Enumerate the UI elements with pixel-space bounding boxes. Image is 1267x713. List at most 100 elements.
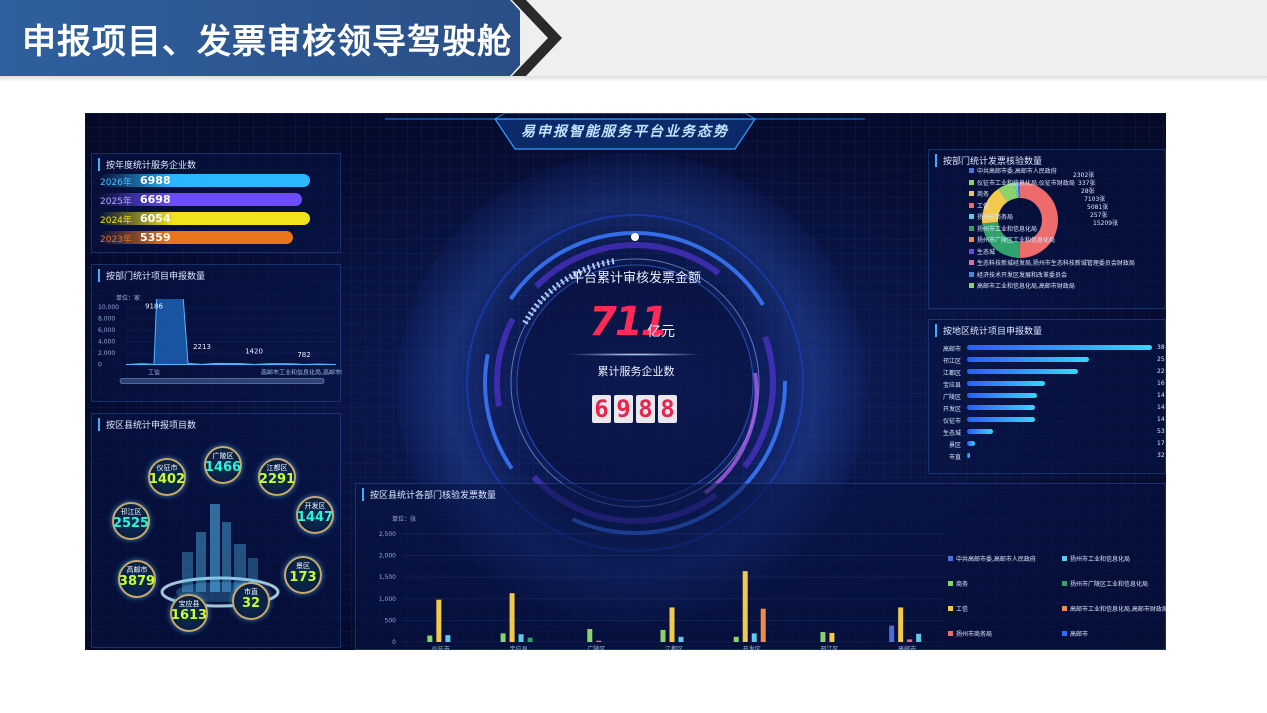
region-bar [967, 369, 1078, 374]
x-tick-label: 高邮市 [898, 645, 916, 650]
bar [742, 571, 748, 642]
y-tick-label: 1,500 [379, 574, 396, 581]
y-tick-label: 10,000 [98, 304, 119, 311]
region-name: 市直 [948, 454, 961, 461]
region-name: 江都区 [942, 370, 961, 377]
legend-label: 工信 [956, 606, 969, 613]
bar [509, 593, 515, 642]
bar [660, 629, 666, 642]
legend-label: 工信 [977, 202, 990, 210]
y-tick-label: 2,000 [379, 553, 396, 560]
legend-label: 商务 [977, 191, 990, 198]
y-tick-label: 6,000 [98, 327, 115, 334]
panel-title: 按地区统计项目申报数量 [935, 324, 1042, 337]
dashboard-screenshot: 易申报智能服务平台业务态势 平台累计审核发票金额 711 亿元 累计服务企业数 … [85, 113, 1166, 650]
legend-swatch [1062, 581, 1067, 586]
region-bar [967, 357, 1090, 362]
bar [916, 633, 922, 642]
y-tick-label: 8,000 [98, 316, 115, 323]
legend-swatch [969, 271, 974, 277]
panel-region-projects: 按地区统计项目申报数量 高邮市 38 邗江区 25 江都区 22 宝应县 16 广陵区 14 开发区… [928, 319, 1166, 474]
panel-year-companies: 按年度统计服务企业数 2026年 6988 2025年 6698 2024年 6054 20… [91, 153, 341, 253]
x-tick-label: 江都区 [665, 645, 683, 650]
legend-label: 扬州市工业和信息化局 [977, 225, 1038, 233]
legend-label: 高邮市工业和信息化局,高邮市财政局 [977, 283, 1075, 290]
y-tick-label: 500 [385, 617, 397, 624]
region-bar [967, 429, 993, 434]
legend-swatch [969, 179, 974, 185]
region-value: 16 [1157, 380, 1165, 387]
region-value: 22 [1157, 368, 1165, 375]
y-tick-label: 0 [98, 362, 102, 369]
region-name: 仪征市 [942, 418, 961, 425]
bubble-value: 3879 [118, 574, 156, 589]
panel-county-projects: 按区县统计申报项目数 仪征市 1402 广陵区 1466 江都区 2291 邗江区 2525 开… [91, 413, 341, 648]
bar [820, 632, 826, 642]
counter-digit: 8 [636, 395, 655, 423]
year-value: 6988 [140, 174, 171, 187]
bubble-value: 1466 [204, 460, 242, 475]
region-bar [967, 441, 976, 446]
region-bar [967, 393, 1038, 398]
legend-swatch [969, 191, 974, 196]
year-label: 2026年 [100, 178, 132, 188]
legend-label: 扬州市广陵区工业和信息化局 [1070, 581, 1149, 588]
region-value: 14 [1157, 404, 1165, 411]
legend-swatch [1062, 631, 1067, 636]
bubble-value: 2525 [112, 516, 150, 531]
bubble-value: 2291 [258, 472, 296, 487]
region-bar [967, 381, 1045, 386]
x-tick-label: 宝应县 [510, 645, 528, 650]
year-value: 5359 [140, 231, 171, 244]
legend-swatch [1062, 606, 1067, 611]
bubble-value: 173 [289, 570, 317, 585]
amount-unit: 亿元 [647, 324, 675, 340]
legend-label: 生态科技新城经发局,扬州市生态科技新城管理委员会财政局 [977, 260, 1135, 267]
x-tick-label: 高邮市工业和信息化局,高邮市财 [261, 369, 342, 377]
region-name: 生态城 [942, 430, 961, 437]
legend-label: 扬州市广陵区工业和信息化局 [977, 237, 1056, 244]
bar [678, 636, 684, 642]
region-bar [967, 405, 1036, 410]
bubble-value: 1447 [296, 510, 334, 525]
bubble-value: 32 [241, 596, 261, 611]
legend-swatch [1062, 556, 1067, 561]
x-tick-label: 邗江区 [820, 645, 838, 650]
legend-swatch [969, 248, 974, 254]
zoom-slider[interactable] [119, 378, 325, 384]
legend-label: 扬州市商务局 [956, 631, 993, 638]
y-tick-label: 1,000 [379, 596, 396, 603]
legend-label: 经济技术开发区发展和改革委员会 [977, 271, 1068, 279]
year-value: 6698 [140, 193, 171, 206]
x-tick-label: 工信 [148, 369, 160, 377]
companies-label: 累计服务企业数 [597, 365, 675, 378]
legend-label: 扬州市商务局 [977, 214, 1014, 221]
legend-label: 高邮市工业和信息化局,高邮市财政局 [1070, 606, 1166, 613]
region-name: 景区 [948, 442, 961, 449]
y-tick-label: 4,000 [98, 339, 115, 346]
bar [829, 632, 835, 642]
legend-swatch [969, 237, 974, 242]
panel-title: 按年度统计服务企业数 [98, 158, 196, 171]
bar [587, 629, 593, 642]
region-bar [967, 453, 970, 458]
x-tick-label: 广陵区 [587, 645, 605, 650]
legend-label: 中共高邮市委,高邮市人民政府 [956, 556, 1036, 563]
legend-label: 中共高邮市委,高邮市人民政府 [977, 168, 1057, 175]
counter-digit: 9 [614, 395, 633, 423]
peak-label: 1420 [245, 347, 263, 355]
panel-title: 按部门统计项目申报数量 [98, 269, 205, 282]
bar [751, 633, 757, 642]
region-value: 38 [1157, 344, 1165, 351]
bar [898, 607, 904, 642]
y-tick-label: 2,500 [379, 531, 396, 538]
bar [907, 639, 913, 642]
region-name: 广陵区 [942, 394, 961, 401]
bubble-value: 1402 [148, 472, 186, 487]
region-name: 宝应县 [942, 382, 961, 389]
region-bar [967, 345, 1152, 350]
legend-label: 仪征市工业和信息化局,仪征市财政局 [977, 179, 1075, 187]
legend-label: 扬州市工业和信息化局 [1070, 556, 1131, 563]
bar [427, 635, 433, 642]
legend-swatch [948, 631, 953, 636]
